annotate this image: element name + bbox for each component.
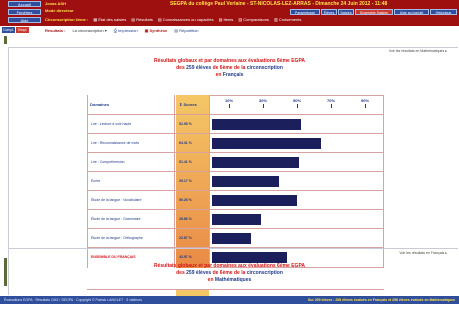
score-value: 43.97 % [179,255,192,259]
score-value: 39.17 % [179,179,192,183]
x-tick-label: 90% [361,98,370,103]
score-value: 50.26 % [179,198,192,202]
content-left-border [8,47,9,295]
all-entries-button[interactable]: Ensemble Saisies [355,9,393,15]
next-chart-header [87,289,384,296]
x-tick-label: 50% [293,98,302,103]
students-button[interactable]: Élèves [321,9,337,15]
table-row: Étude de la langue : Orthographe 22.87 % [87,228,384,247]
x-tick-mark [365,104,366,108]
section-subtitle-2: des 259 élèves de 6ème de la circonscrip… [176,270,283,276]
score-bar [212,157,300,168]
status-bar: Évaluations EGPA · Résultats CM2 / SEGPA… [0,296,459,304]
table-row: Lire : Lecture à voix haute 52.55 % [87,114,384,133]
score-bar [212,214,262,225]
section-title: Résultats globaux et par domaines aux év… [153,58,306,64]
table-row: Lire : Compréhension 51.41 % [87,152,384,171]
app-header: SEGPA du collège Paul Verlaine - ST-NICO… [0,0,459,35]
synthesis-link[interactable]: ▣ Synthèse [145,27,168,34]
score-value: 64.31 % [179,141,192,145]
arrow-icon: ▸ [445,49,447,53]
x-tick-label: 10% [225,98,234,103]
history-button[interactable]: Historique [430,9,457,15]
footer-copyright: Évaluations EGPA · Résultats CM2 / SEGPA… [4,298,142,302]
table-row: Étude de la langue : Vocabulaire 50.26 % [87,190,384,209]
side-marker [4,36,7,44]
help-button[interactable]: Aide [8,17,41,23]
domain-label: Étude de la langue : Grammaire [91,216,141,221]
domain-label: Lire : Reconnaissance de mots [91,140,140,145]
math-results-link[interactable]: Voir les résultats en Mathématiques ▸ [389,49,447,53]
section-subtitle: des 259 élèves de 6ème de la circonscrip… [176,65,283,71]
menu-items[interactable]: ▤ Items [219,17,234,23]
menu-results[interactable]: ▤ Résultats [131,17,153,23]
settings-button[interactable]: Paramétrage [290,9,320,15]
domain-label: Étude de la langue : Vocabulaire [91,197,142,202]
domain-column-header: Domaines [90,102,110,107]
score-value: 52.55 % [179,122,192,126]
x-tick-mark [263,104,264,108]
table-row: Lire : Reconnaissance de mots 64.31 % [87,133,384,152]
view-simple-toggle[interactable]: Simpl. [16,27,29,33]
x-tick-label: 30% [259,98,268,103]
entries-button[interactable]: Saisies [338,9,354,15]
score-bar [212,252,287,263]
x-tick-label: 70% [327,98,336,103]
user-name: Jonas ASH [45,1,66,6]
menu-crossings[interactable]: ▥ Croisements [274,17,301,23]
score-value: 22.87 % [179,236,192,240]
software-help-button[interactable]: Aide au logiciel [394,9,429,15]
x-tick-mark [229,104,230,108]
menu-label: Circonscription 6ème : [45,17,89,22]
menu-comparisons[interactable]: ▥ Comparaisons [238,17,269,23]
score-column-header: ⇕ Scores [179,102,197,107]
windows-button[interactable]: Fenêtres [8,9,41,15]
domain-label: Lire : Compréhension [91,159,125,164]
view-complete-toggle[interactable]: Compl. [2,27,15,33]
domain-label: Écrire [91,178,101,183]
section-title-2: Résultats globaux et par domaines aux év… [153,263,306,269]
score-bar [212,176,279,187]
distribution-link[interactable]: ▤ Répartition [174,27,198,34]
scope-select[interactable]: La circonscription ▾ [72,27,106,34]
page-title: SEGPA du collège Paul Verlaine - ST-NICO… [170,1,388,7]
mode-label: Mode directeur [45,8,74,13]
section-subject: en Français [215,72,244,78]
domain-label: Lire : Lecture à voix haute [91,121,132,126]
score-bar [212,119,302,130]
section-divider [8,47,458,48]
x-tick-mark [297,104,298,108]
score-bar [212,233,251,244]
arrow-icon: ▸ [445,251,447,255]
score-value: 28.86 % [179,217,192,221]
print-link[interactable]: ⎙ Impression [114,27,138,34]
menu-skills[interactable]: ▤ Connaissances ou capacités [158,17,214,23]
side-marker-2 [4,258,7,286]
chevron-down-icon: ▾ [104,28,107,33]
table-row: Étude de la langue : Grammaire 28.86 % [87,209,384,228]
section-divider-2 [8,248,458,249]
section-subject-2: en Mathématiques [207,277,252,283]
results-menu: Circonscription 6ème : ▦ État des saisie… [45,17,301,23]
x-tick-mark [331,104,332,108]
results-toolbar: Résultats : La circonscription ▾ ⎙ Impre… [45,27,199,34]
table-row: Écrire 39.17 % [87,171,384,190]
score-bar [212,195,298,206]
home-button[interactable]: Accueil [8,1,41,7]
results-label: Résultats : [45,28,66,33]
menu-entries-state[interactable]: ▦ État des saisies [93,17,126,23]
french-results-link[interactable]: Voir les résultats en Français ▸ [399,251,447,255]
domain-label: Étude de la langue : Orthographe [91,235,143,240]
score-value: 51.41 % [179,160,192,164]
score-bar [212,138,322,149]
footer-summary: Sur 259 élèves : 258 élèves évalués en F… [307,298,455,302]
